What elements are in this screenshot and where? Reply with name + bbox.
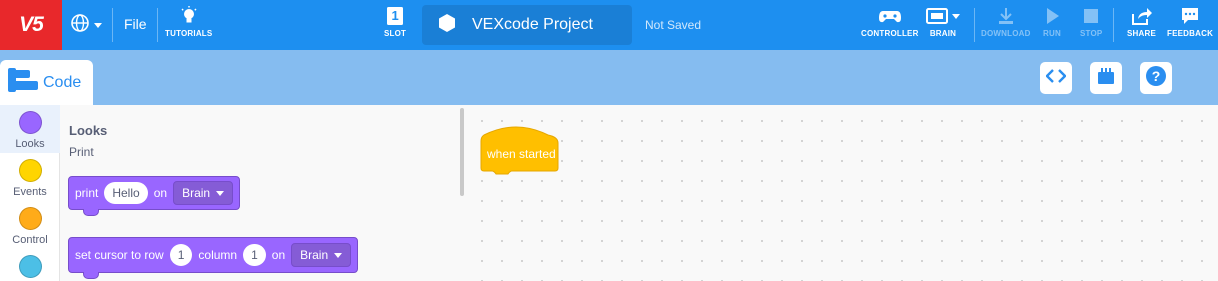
stop-icon <box>1081 6 1101 26</box>
brain-device-icon <box>1096 66 1116 91</box>
sensing-category-dot <box>18 255 42 278</box>
target-dropdown[interactable]: Brain <box>291 243 352 267</box>
feedback-button[interactable]: FEEDBACK <box>1167 6 1213 38</box>
category-control[interactable]: Control <box>0 201 60 249</box>
brain-screen-icon <box>926 6 960 26</box>
block-notch <box>83 209 99 216</box>
run-button[interactable]: RUN <box>1042 6 1062 38</box>
block-text: print <box>75 186 99 200</box>
save-status: Not Saved <box>645 18 702 32</box>
flyout-heading: Looks <box>69 123 108 138</box>
events-category-dot <box>18 159 42 182</box>
brain-button[interactable]: BRAIN <box>926 6 960 38</box>
divider <box>974 8 975 42</box>
block-text: set cursor to row <box>75 248 164 262</box>
print-block[interactable]: print Hello on Brain <box>68 176 241 216</box>
globe-icon <box>70 13 90 38</box>
brain-label: BRAIN <box>929 29 957 38</box>
category-label: Events <box>13 186 47 198</box>
hexagon-icon <box>439 13 455 37</box>
download-button[interactable]: DOWNLOAD <box>981 6 1031 38</box>
column-input[interactable]: 1 <box>243 244 266 266</box>
project-name-box[interactable]: VEXcode Project <box>422 5 632 45</box>
chevron-down-icon <box>952 13 960 19</box>
slot-icon: 1 <box>385 6 405 26</box>
slot-label: SLOT <box>384 29 407 38</box>
category-label: Looks <box>15 138 45 150</box>
chevron-down-icon <box>334 252 343 258</box>
block-text: on <box>271 248 286 262</box>
slot-button[interactable]: 1 SLOT <box>384 6 406 38</box>
project-title: VEXcode Project <box>472 16 593 33</box>
block-notch <box>83 272 99 279</box>
run-label: RUN <box>1043 29 1061 38</box>
tab-code[interactable]: Code <box>0 60 93 105</box>
vexcode-app: V5 File TUTORIALS 1 SLOT VEXcode Project… <box>0 0 1218 281</box>
category-sensing[interactable] <box>0 249 60 281</box>
set-cursor-block[interactable]: set cursor to row 1 column 1 on Brain <box>68 237 359 279</box>
help-icon: ? <box>1145 65 1167 92</box>
flyout-scrollbar[interactable] <box>460 108 464 196</box>
divider <box>1113 8 1114 42</box>
vex-logo[interactable]: V5 <box>0 0 62 50</box>
divider <box>112 8 113 42</box>
category-menu: Looks Events Control <box>0 105 60 281</box>
code-workspace[interactable] <box>466 105 1218 281</box>
language-button[interactable] <box>70 12 102 38</box>
tab-bar: Code ? <box>0 50 1218 105</box>
tutorials-button[interactable]: TUTORIALS <box>165 6 212 38</box>
control-category-dot <box>18 207 42 230</box>
dropdown-value: Brain <box>182 186 211 200</box>
controller-label: CONTROLLER <box>861 29 919 38</box>
block-text: on <box>153 186 168 200</box>
code-view-button[interactable] <box>1040 62 1072 94</box>
flyout-subheading: Print <box>69 145 94 159</box>
share-label: SHARE <box>1127 29 1157 38</box>
download-icon <box>996 6 1016 26</box>
category-label: Control <box>12 234 48 246</box>
controller-button[interactable]: CONTROLLER <box>861 6 919 38</box>
feedback-icon <box>1180 6 1200 26</box>
block-text: column <box>198 248 238 262</box>
share-icon <box>1131 6 1153 26</box>
chevron-down-icon <box>94 22 102 28</box>
lightbulb-icon <box>179 6 199 26</box>
share-button[interactable]: SHARE <box>1127 6 1156 38</box>
feedback-label: FEEDBACK <box>1167 29 1214 38</box>
hat-block-label: when started <box>487 147 556 161</box>
looks-category-dot <box>18 111 42 134</box>
gamepad-icon <box>878 6 902 26</box>
file-menu[interactable]: File <box>124 16 147 32</box>
devices-button[interactable] <box>1090 62 1122 94</box>
svg-text:?: ? <box>1152 68 1161 84</box>
stop-label: STOP <box>1080 29 1103 38</box>
stop-button[interactable]: STOP <box>1080 6 1102 38</box>
help-button[interactable]: ? <box>1140 62 1172 94</box>
divider <box>157 8 158 42</box>
category-looks[interactable]: Looks <box>0 105 60 153</box>
chevron-down-icon <box>216 190 225 196</box>
category-events[interactable]: Events <box>0 153 60 201</box>
target-dropdown[interactable]: Brain <box>173 181 234 205</box>
menu-bar: V5 File TUTORIALS 1 SLOT VEXcode Project… <box>0 0 1218 50</box>
play-icon <box>1042 6 1062 26</box>
download-label: DOWNLOAD <box>981 29 1031 38</box>
blocks-icon <box>8 68 38 97</box>
when-started-block[interactable]: when started <box>480 123 560 180</box>
block-flyout: Looks Print print Hello on Brain set cur… <box>61 105 466 281</box>
row-input[interactable]: 1 <box>169 244 193 266</box>
print-value-input[interactable]: Hello <box>104 182 148 204</box>
tab-code-label: Code <box>43 73 82 91</box>
dropdown-value: Brain <box>300 248 329 262</box>
slot-number: 1 <box>391 8 399 23</box>
code-brackets-icon <box>1045 68 1067 89</box>
tutorials-label: TUTORIALS <box>165 29 213 38</box>
